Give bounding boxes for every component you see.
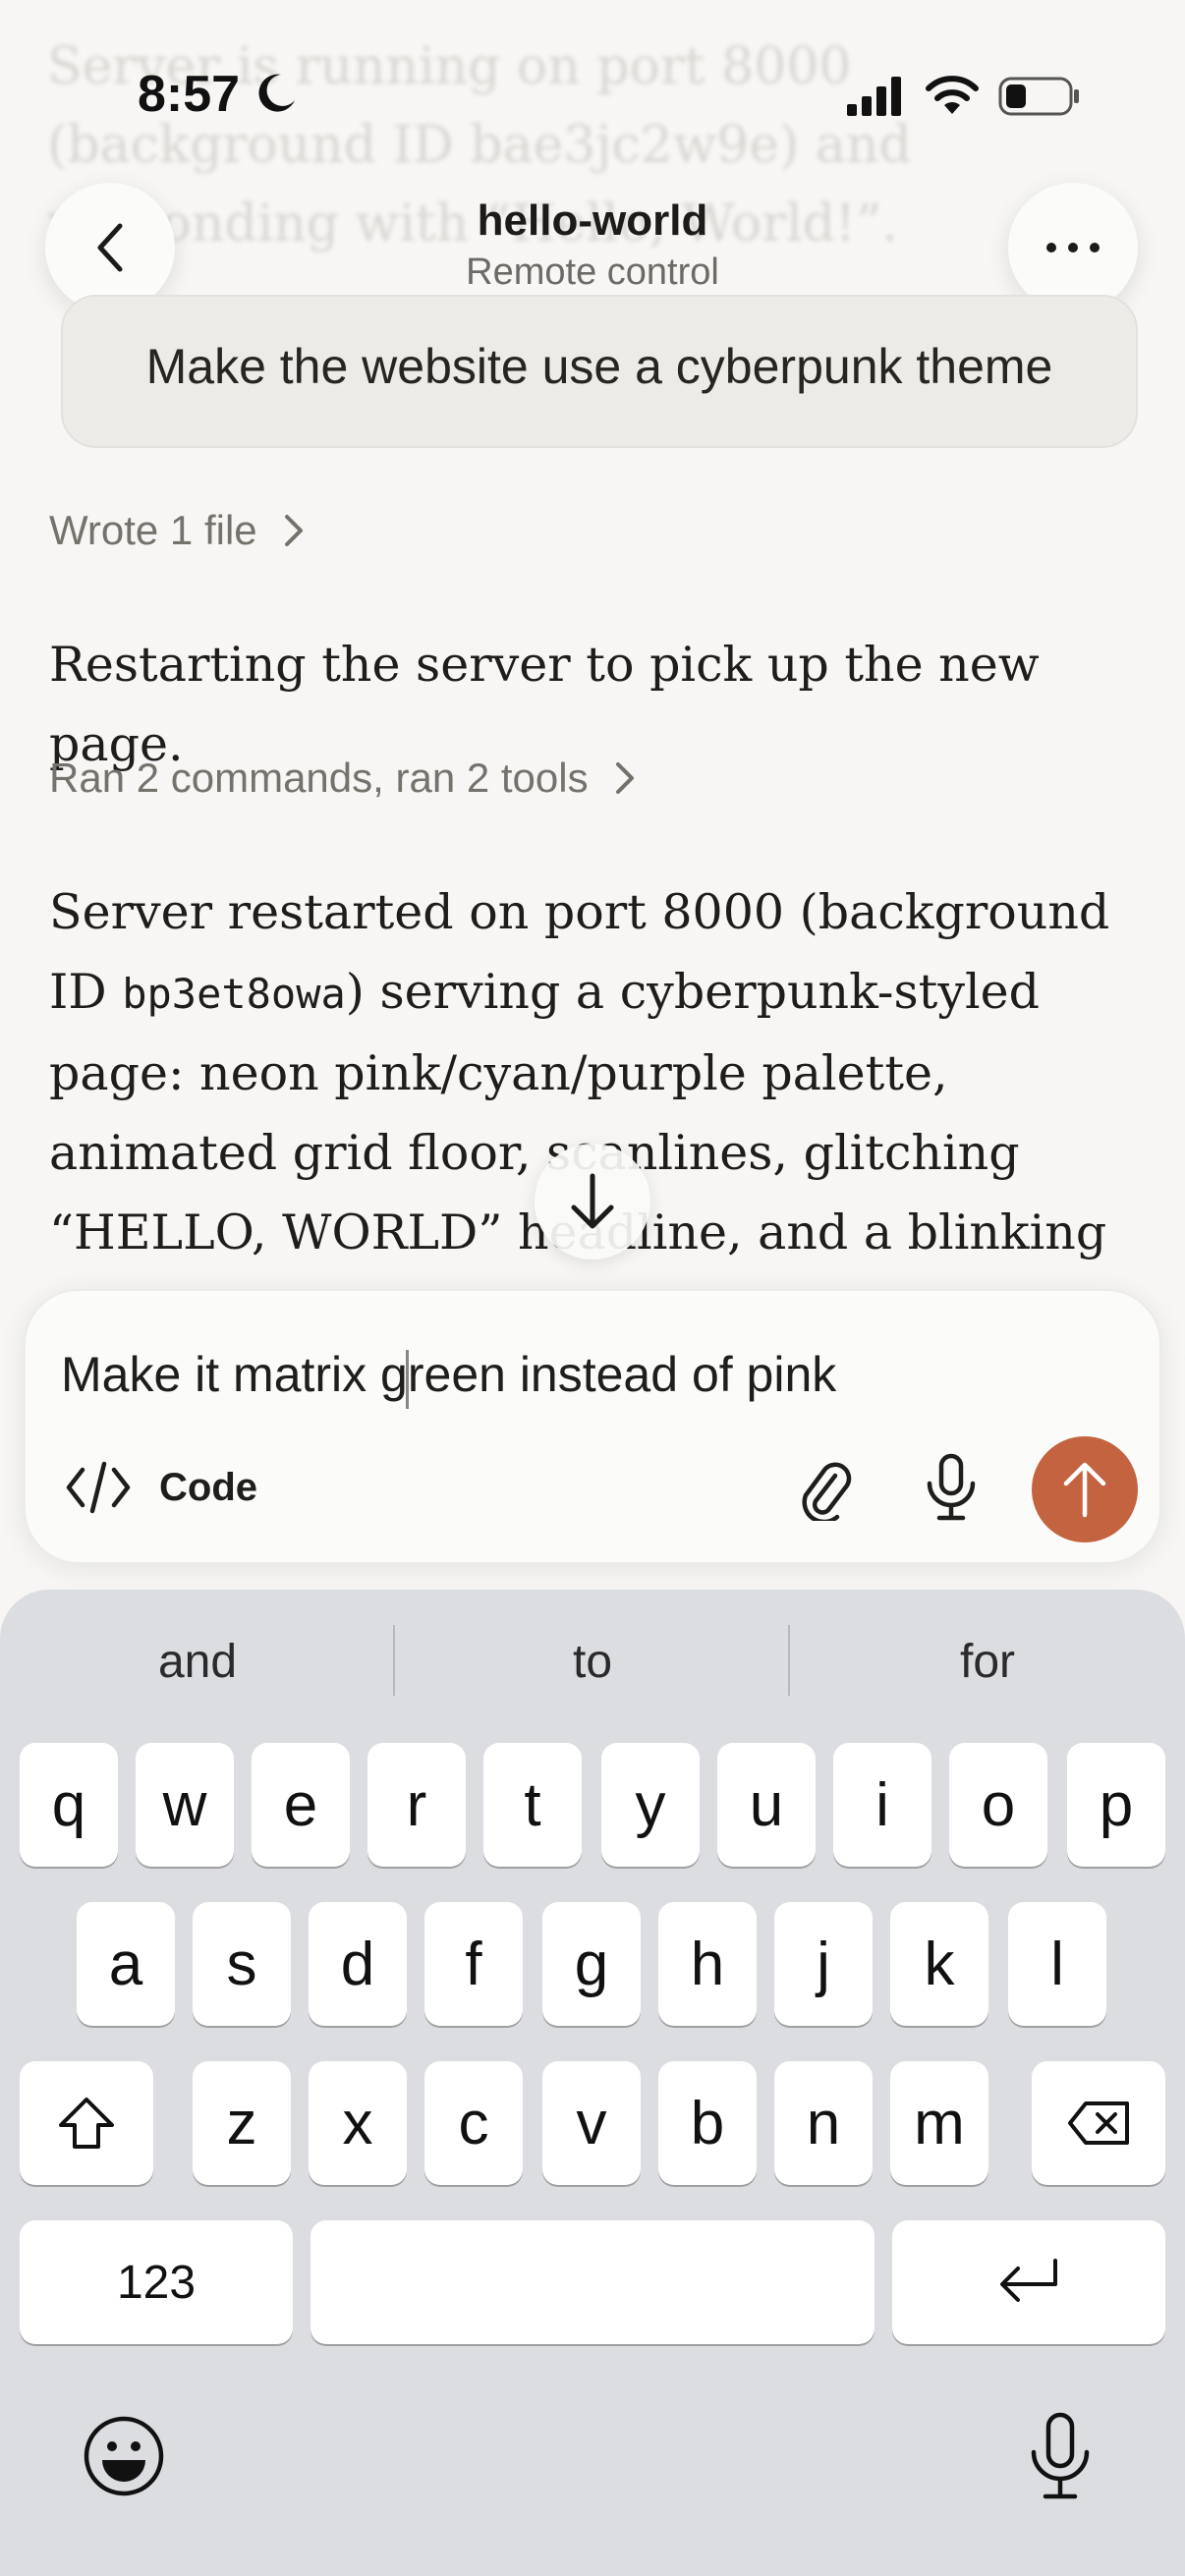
user-message-text: Make the website use a cyberpunk theme: [145, 339, 1053, 394]
key-c[interactable]: c: [424, 2061, 523, 2185]
suggestion-to[interactable]: to: [395, 1635, 790, 1689]
message-input[interactable]: Make it matrix green instead of pink: [61, 1346, 836, 1403]
key-e[interactable]: e: [252, 1743, 350, 1867]
key-f[interactable]: f: [424, 1902, 523, 2026]
composer: [24, 1289, 1161, 1564]
key-y[interactable]: y: [601, 1743, 700, 1867]
key-g[interactable]: g: [542, 1902, 641, 2026]
microphone-icon[interactable]: [922, 1452, 981, 1523]
signal-icon: [847, 77, 901, 116]
space-key[interactable]: [310, 2220, 875, 2344]
suggestion-for[interactable]: for: [790, 1635, 1185, 1689]
suggestion-and[interactable]: and: [0, 1635, 395, 1689]
user-message-bubble: Make the website use a cyberpunk theme: [61, 295, 1138, 448]
key-q[interactable]: q: [20, 1743, 118, 1867]
wifi-icon: [926, 76, 979, 114]
chevron-right-icon: [615, 762, 634, 794]
paperclip-icon[interactable]: [792, 1454, 857, 1521]
return-icon: [1000, 2259, 1057, 2302]
key-s[interactable]: s: [193, 1902, 291, 2026]
arrow-up-icon: [1063, 1462, 1106, 1518]
tool-summary-wrote-file[interactable]: Wrote 1 file: [49, 507, 307, 554]
tool-summary-commands[interactable]: Ran 2 commands, ran 2 tools: [49, 755, 638, 802]
key-w[interactable]: w: [136, 1743, 234, 1867]
more-options-button[interactable]: [1008, 183, 1138, 312]
key-n[interactable]: n: [774, 2061, 873, 2185]
tool-summary-label: Wrote 1 file: [49, 507, 257, 553]
emoji-icon[interactable]: [83, 2415, 165, 2497]
key-o[interactable]: o: [949, 1743, 1047, 1867]
key-d[interactable]: d: [309, 1902, 407, 2026]
code-icon[interactable]: [65, 1460, 132, 1515]
backspace-icon: [1068, 2101, 1129, 2145]
key-p[interactable]: p: [1067, 1743, 1165, 1867]
page-title: hello-world: [477, 196, 708, 245]
text-caret: [406, 1350, 409, 1409]
backspace-key[interactable]: [1032, 2061, 1165, 2185]
arrow-down-icon: [571, 1173, 614, 1229]
key-u[interactable]: u: [717, 1743, 816, 1867]
more-icon: [1046, 243, 1100, 252]
page-subtitle: Remote control: [466, 252, 719, 293]
status-time: 8:57: [138, 66, 241, 123]
key-r[interactable]: r: [367, 1743, 466, 1867]
mode-label[interactable]: Code: [159, 1466, 257, 1510]
key-l[interactable]: l: [1008, 1902, 1106, 2026]
return-key[interactable]: [892, 2220, 1165, 2344]
shift-icon: [59, 2098, 114, 2149]
battery-icon: [998, 77, 1079, 116]
key-h[interactable]: h: [658, 1902, 757, 2026]
key-i[interactable]: i: [833, 1743, 931, 1867]
scroll-to-bottom-button[interactable]: [535, 1144, 650, 1260]
moon-icon: [258, 74, 295, 112]
key-z[interactable]: z: [193, 2061, 291, 2185]
dictation-microphone-icon[interactable]: [1026, 2411, 1095, 2501]
shift-key[interactable]: [20, 2061, 153, 2185]
key-x[interactable]: x: [309, 2061, 407, 2185]
background-id-code: bp3et8owa: [122, 970, 346, 1018]
key-m[interactable]: m: [890, 2061, 988, 2185]
chevron-right-icon: [284, 515, 303, 546]
key-b[interactable]: b: [658, 2061, 757, 2185]
key-k[interactable]: k: [890, 1902, 988, 2026]
send-button[interactable]: [1032, 1436, 1138, 1542]
tool-summary-label: Ran 2 commands, ran 2 tools: [49, 755, 589, 801]
key-a[interactable]: a: [77, 1902, 175, 2026]
key-t[interactable]: t: [483, 1743, 582, 1867]
key-j[interactable]: j: [774, 1902, 873, 2026]
numbers-key[interactable]: 123: [20, 2220, 293, 2344]
key-v[interactable]: v: [542, 2061, 641, 2185]
assistant-message: Server restarted on port 8000 (backgroun…: [49, 872, 1140, 1352]
